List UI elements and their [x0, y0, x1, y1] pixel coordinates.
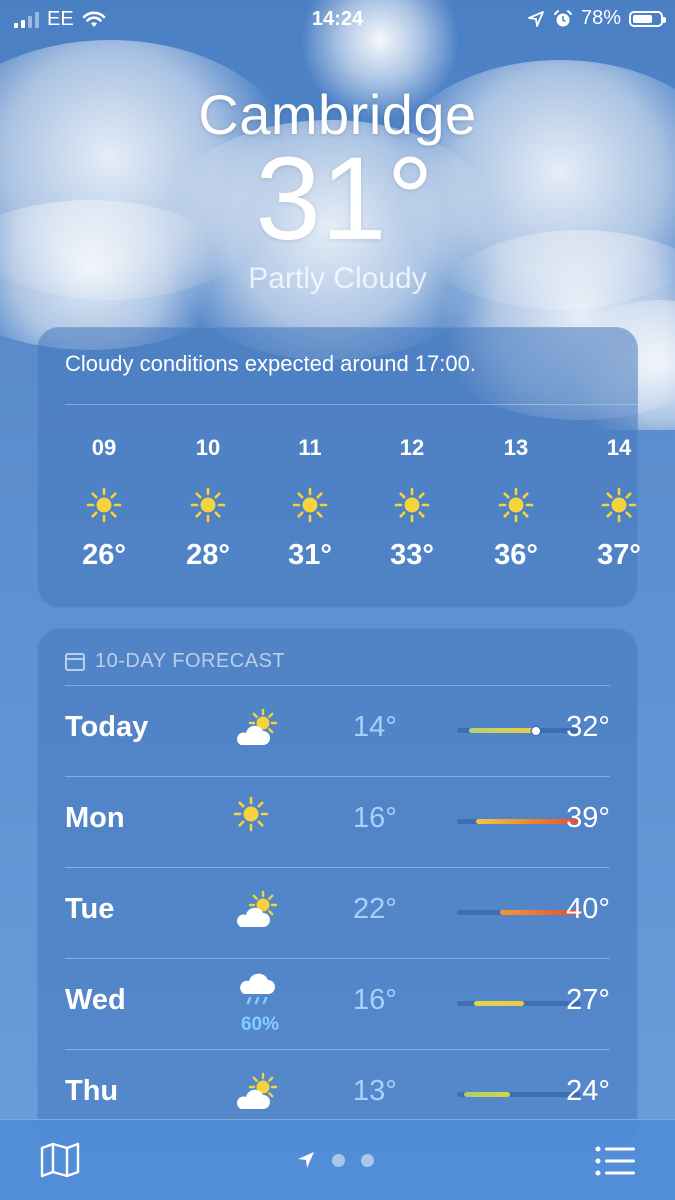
- hour-label: 11: [298, 435, 322, 460]
- hourly-summary: Cloudy conditions expected around 17:00.: [65, 351, 476, 376]
- current-condition: Partly Cloudy: [248, 262, 427, 295]
- sun-icon: [86, 487, 122, 523]
- alarm-icon: [553, 9, 572, 26]
- partly-cloudy-icon: [233, 887, 283, 937]
- sun-icon: [292, 487, 328, 523]
- hour-label: 14: [606, 435, 632, 460]
- temperature-range-track: [457, 726, 581, 735]
- hour-column: 12 33°: [372, 435, 452, 572]
- hour-temperature: 36°: [494, 539, 538, 571]
- row-divider: [65, 867, 610, 868]
- current-location-icon[interactable]: [296, 1150, 316, 1170]
- page-dot[interactable]: [332, 1153, 345, 1167]
- row-divider: [65, 776, 610, 777]
- rain-cloud-icon: [233, 966, 283, 1016]
- temperature-range-track: [457, 1001, 581, 1006]
- page-dot[interactable]: [361, 1153, 374, 1167]
- day-label: Mon: [65, 802, 125, 834]
- hourly-forecast-card[interactable]: Cloudy conditions expected around 17:00.…: [37, 327, 641, 608]
- map-icon[interactable]: [40, 1142, 80, 1178]
- hour-temperature: 33°: [390, 539, 434, 571]
- forecast-row[interactable]: Today 14° 32°: [65, 685, 638, 776]
- sun-icon: [601, 487, 637, 523]
- hour-temperature: 37°: [597, 539, 641, 571]
- partly-cloudy-icon: [233, 1069, 283, 1119]
- hour-label: 10: [195, 435, 221, 460]
- row-divider: [65, 685, 610, 686]
- high-temperature: 24°: [566, 1075, 610, 1107]
- low-temperature: 16°: [353, 802, 397, 834]
- high-temperature: 32°: [566, 711, 610, 743]
- sun-icon: [394, 487, 430, 523]
- forecast-header: 10-DAY FORECAST: [65, 650, 285, 673]
- day-label: Thu: [65, 1075, 119, 1107]
- hour-label: 12: [399, 435, 425, 460]
- battery-icon: [629, 10, 666, 27]
- location-arrow-icon: [528, 10, 544, 27]
- day-label: Today: [65, 711, 149, 743]
- day-label: Tue: [65, 893, 115, 925]
- high-temperature: 27°: [566, 984, 610, 1016]
- temperature-range-track: [457, 1092, 581, 1097]
- bottom-toolbar: [0, 1119, 675, 1200]
- temperature-range-bar: [464, 1092, 511, 1097]
- hour-column: 10 28°: [168, 435, 248, 572]
- temperature-range-track: [457, 910, 581, 915]
- divider: [65, 404, 638, 405]
- hour-column: 09 26°: [64, 435, 144, 572]
- hour-temperature: 31°: [288, 539, 332, 571]
- sun-icon: [190, 487, 226, 523]
- page-indicator[interactable]: [296, 1150, 374, 1170]
- sun-icon: [233, 796, 283, 846]
- forecast-row[interactable]: Tue 22° 40°: [65, 867, 638, 958]
- hour-column: 11 31°: [270, 435, 350, 572]
- low-temperature: 14°: [353, 711, 397, 743]
- forecast-row[interactable]: Wed 60% 16° 27°: [65, 958, 638, 1049]
- low-temperature: 22°: [353, 893, 397, 925]
- row-divider: [65, 958, 610, 959]
- precip-chance: 60%: [240, 1014, 280, 1035]
- temperature-range-bar: [474, 1001, 524, 1006]
- city-list-icon[interactable]: [595, 1146, 635, 1176]
- high-temperature: 39°: [566, 802, 610, 834]
- status-bar: EE 14:24 78%: [0, 0, 675, 38]
- hour-temperature: 26°: [82, 539, 126, 571]
- battery-percent: 78%: [580, 7, 621, 29]
- low-temperature: 13°: [353, 1075, 397, 1107]
- sun-icon: [498, 487, 534, 523]
- hour-column: 13 36°: [476, 435, 556, 572]
- current-temperature: 31°: [255, 133, 434, 265]
- hour-temperature: 28°: [186, 539, 230, 571]
- hour-label: 13: [503, 435, 529, 460]
- calendar-icon: [65, 652, 85, 671]
- partly-cloudy-icon: [233, 705, 283, 755]
- battery-fill: [633, 14, 653, 23]
- forecast-title: 10-DAY FORECAST: [95, 650, 286, 672]
- low-temperature: 16°: [353, 984, 397, 1016]
- high-temperature: 40°: [566, 893, 610, 925]
- day-label: Wed: [65, 984, 126, 1016]
- hour-label: 09: [91, 435, 117, 460]
- forecast-row[interactable]: Mon 16° 39°: [65, 776, 638, 867]
- temperature-range-bar: [469, 728, 538, 733]
- hour-column: 14 37°: [579, 435, 659, 572]
- ten-day-forecast-card[interactable]: 10-DAY FORECAST Today 14° 32° Mon 16° 39…: [37, 628, 638, 1148]
- current-temp-indicator: [532, 726, 541, 735]
- row-divider: [65, 1049, 610, 1050]
- temperature-range-track: [457, 819, 581, 824]
